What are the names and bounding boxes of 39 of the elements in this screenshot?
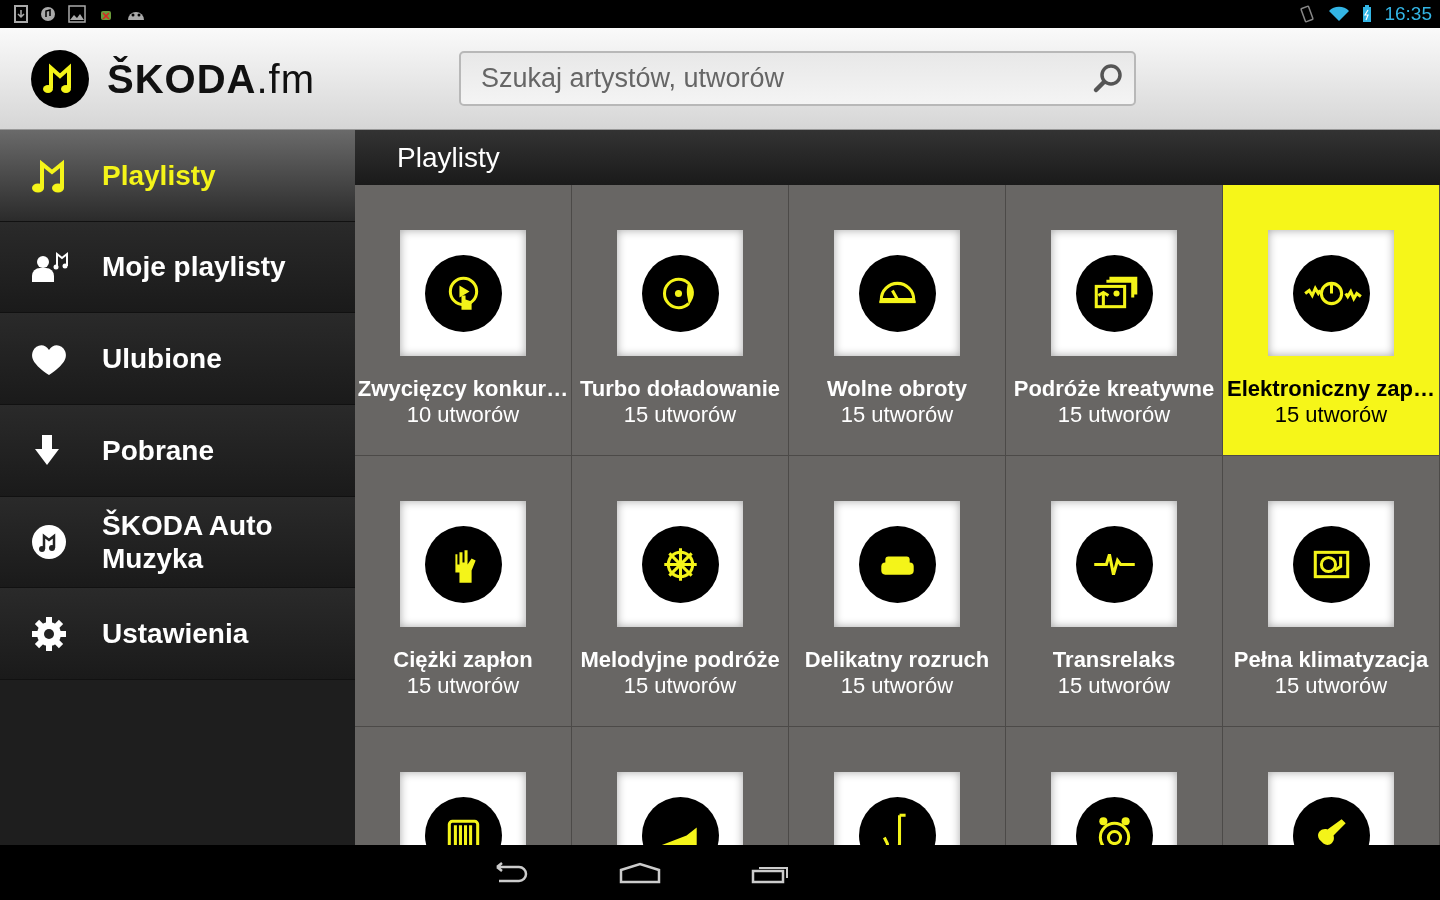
sidebar-item[interactable]: Playlisty [0, 130, 355, 222]
playlist-tile[interactable]: Wolne obroty 15 utworów [789, 185, 1006, 456]
playlist-tile[interactable]: Melodyjne podróże 15 utworów [572, 456, 789, 727]
sidebar-item[interactable]: Pobrane [0, 405, 355, 497]
gauge-icon [858, 254, 936, 332]
music-notification-icon [40, 6, 56, 22]
sidebar-item[interactable]: Ulubione [0, 313, 355, 406]
app-logo-text: ŠKODA.fm [107, 55, 316, 103]
search-icon[interactable] [1092, 62, 1124, 94]
playlist-tile[interactable]: Delikatny rozruch 15 utworów [789, 456, 1006, 727]
sidebar-item[interactable]: Ustawienia [0, 588, 355, 681]
home-icon[interactable] [619, 861, 661, 884]
sidebar-item[interactable]: ŠKODA Auto Muzyka [0, 496, 355, 589]
playlist-tile[interactable]: Elektroniczny zap… 15 utworów [1223, 185, 1440, 456]
playlist-tile[interactable]: Pełna klimatyzacja 15 utworów [1223, 456, 1440, 727]
playlist-tile[interactable]: Ciężki zapłon 15 utworów [355, 456, 572, 727]
app-logo-icon [31, 49, 89, 108]
image-notification-icon [68, 5, 86, 23]
battery-icon [1362, 5, 1373, 23]
download-notification-icon [14, 5, 28, 23]
playlist-tile[interactable]: Zwycięzcy konkur… 10 utworów [355, 185, 572, 456]
rotation-icon [1298, 4, 1317, 24]
playlist-tile[interactable]: Podróże kreatywne 15 utworów [1006, 185, 1223, 456]
turntable-icon [1292, 525, 1370, 603]
playlist-tile[interactable]: Transrelaks 15 utworów [1006, 456, 1223, 727]
search-field[interactable]: Szukaj artystów, utworów [459, 51, 1136, 106]
music-circle-icon [30, 523, 68, 562]
settings-icon [30, 614, 68, 653]
power-wave-icon [1292, 254, 1370, 332]
ship-wheel-icon [641, 525, 719, 603]
section-title: Playlisty [397, 140, 500, 175]
photos-icon [1075, 254, 1153, 332]
pulse-icon [1075, 525, 1153, 603]
playlist-tile[interactable]: Turbo doładowanie 15 utworów [572, 185, 789, 456]
sofa-icon [858, 525, 936, 603]
touch-play-icon [424, 254, 502, 332]
wifi-icon [1328, 6, 1351, 22]
sidebar-item[interactable]: Moje playlisty [0, 221, 355, 314]
clock-time: 16:35 [1384, 1, 1432, 26]
